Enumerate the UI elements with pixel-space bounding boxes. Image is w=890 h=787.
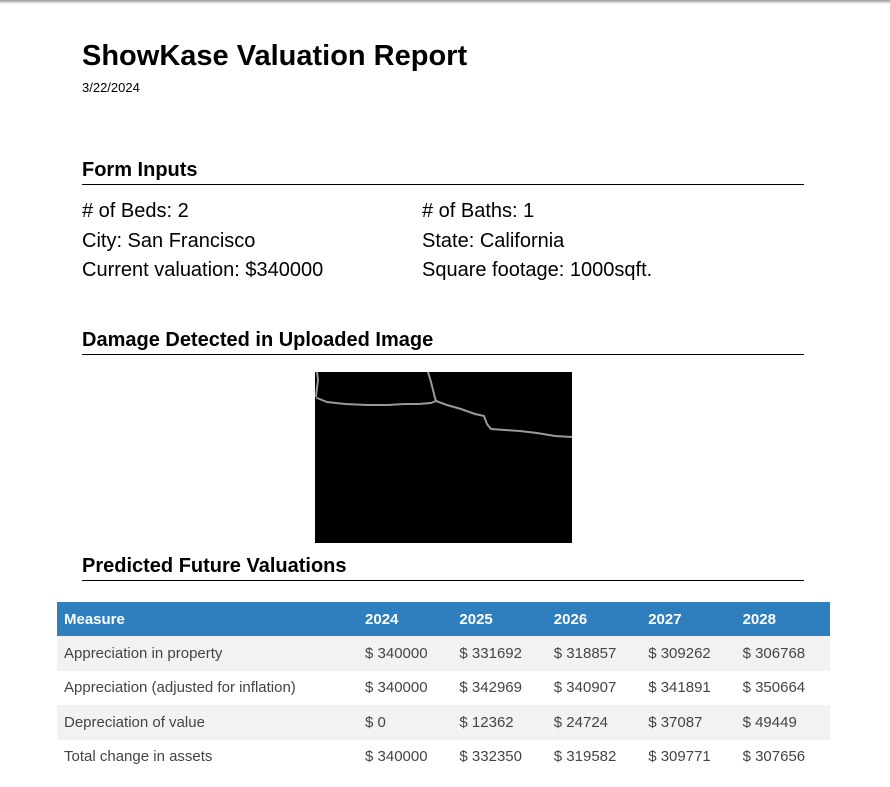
sqft-value: Square footage: 1000sqft. <box>422 259 653 281</box>
table-cell: $ 49449 <box>742 713 797 731</box>
table-cell: Appreciation (adjusted for inflation) <box>64 679 296 697</box>
damage-heading: Damage Detected in Uploaded Image <box>82 329 804 355</box>
table-cell: $ 350664 <box>742 679 806 697</box>
table-row: Total change in assets $ 340000 $ 332350… <box>57 739 830 774</box>
table-cell: $ 307656 <box>742 748 806 766</box>
table-cell: $ 340000 <box>365 644 428 662</box>
valuations-table: Measure 2024 2025 2026 2027 2028 Appreci… <box>57 602 830 774</box>
column-header: 2028 <box>742 610 776 628</box>
table-cell: $ 331692 <box>459 644 522 662</box>
baths-value: # of Baths: 1 <box>422 200 535 222</box>
column-header: Measure <box>64 610 125 628</box>
state-value: State: California <box>422 229 565 252</box>
form-inputs-list: # of Beds: 2 # of Baths: 1 City: San Fra… <box>82 200 804 289</box>
table-cell: $ 309262 <box>648 644 711 662</box>
valuation-value: Current valuation: $340000 <box>82 259 324 281</box>
damage-image <box>315 372 572 543</box>
table-cell: $ 319582 <box>553 748 617 766</box>
table-cell: $ 309771 <box>648 748 711 766</box>
table-cell: $ 306768 <box>742 644 806 662</box>
table-cell: $ 332350 <box>459 748 522 766</box>
column-header: 2025 <box>459 610 493 628</box>
table-cell: $ 0 <box>365 713 386 731</box>
table-cell: $ 37087 <box>648 713 703 731</box>
table-cell: $ 341891 <box>648 679 711 697</box>
table-header-row: Measure 2024 2025 2026 2027 2028 <box>57 602 830 636</box>
form-inputs-heading: Form Inputs <box>82 159 804 185</box>
column-header: 2024 <box>365 610 399 628</box>
city-value: City: San Francisco <box>82 229 256 252</box>
beds-value: # of Beds: 2 <box>82 200 189 222</box>
table-row: Depreciation of value $ 0 $ 12362 $ 2472… <box>57 705 830 740</box>
table-cell: $ 12362 <box>459 713 514 731</box>
predictions-heading: Predicted Future Valuations <box>82 555 804 581</box>
page-top-edge <box>0 0 890 4</box>
table-cell: $ 318857 <box>553 644 617 662</box>
table-cell: Total change in assets <box>64 748 213 766</box>
table-cell: $ 342969 <box>459 679 522 697</box>
table-row: Appreciation in property $ 340000 $ 3316… <box>57 636 830 671</box>
column-header: 2026 <box>553 610 588 628</box>
report-title: ShowKase Valuation Report <box>82 40 468 72</box>
table-cell: $ 24724 <box>553 713 609 731</box>
table-row: Appreciation (adjusted for inflation) $ … <box>57 670 830 705</box>
column-header: 2027 <box>648 610 682 628</box>
table-cell: $ 340000 <box>365 679 428 697</box>
table-cell: $ 340000 <box>365 748 428 766</box>
report-date: 3/22/2024 <box>82 80 140 95</box>
table-cell: Depreciation of value <box>64 713 205 731</box>
table-cell: $ 340907 <box>553 679 617 697</box>
table-cell: Appreciation in property <box>64 644 223 662</box>
